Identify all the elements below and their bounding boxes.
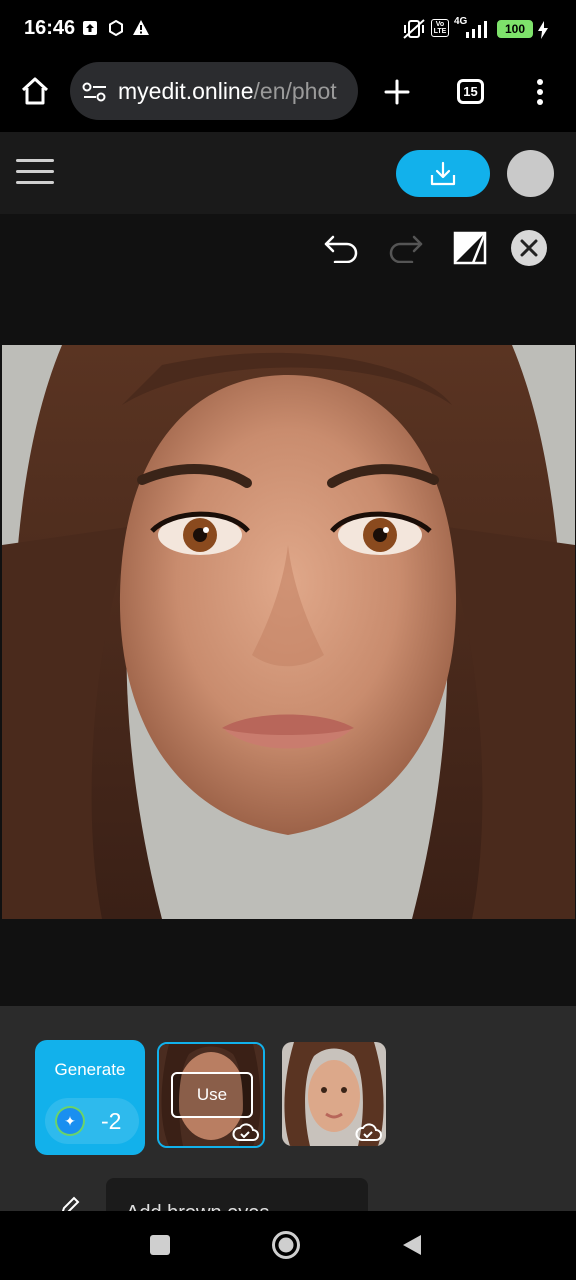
tab-switcher-button[interactable]: 15 — [457, 79, 484, 104]
use-button[interactable]: Use — [171, 1072, 253, 1118]
compare-button[interactable] — [450, 228, 490, 268]
download-icon — [430, 161, 456, 185]
download-button[interactable] — [396, 150, 490, 197]
portrait-photo[interactable] — [2, 345, 575, 919]
url-text[interactable]: myedit.online/en/phot — [118, 78, 337, 105]
portrait-image — [2, 345, 575, 919]
generate-panel: Generate ✦ -2 Use — [0, 1006, 576, 1211]
prompt-text: Add brown eyes — [126, 1202, 269, 1211]
back-icon[interactable] — [401, 1233, 423, 1257]
url-path: /en/phot — [253, 78, 337, 104]
new-tab-icon[interactable] — [384, 79, 410, 105]
edit-prompt-icon[interactable] — [58, 1196, 80, 1211]
browser-toolbar: myedit.online/en/phot 15 — [0, 60, 576, 132]
recent-apps-icon[interactable] — [149, 1234, 171, 1256]
result-thumbnail-1[interactable]: Use — [157, 1042, 265, 1148]
menu-icon[interactable] — [16, 159, 56, 187]
avatar[interactable] — [507, 150, 554, 197]
address-bar[interactable]: myedit.online/en/phot — [70, 62, 358, 120]
status-bar: 16:46 Vo LTE 4G 100 — [0, 0, 576, 60]
battery-indicator: 100 — [497, 20, 533, 38]
compare-icon — [453, 231, 487, 265]
generate-button[interactable]: Generate ✦ -2 — [35, 1040, 145, 1155]
hexagon-app-icon — [109, 20, 123, 36]
redo-button[interactable] — [386, 228, 426, 268]
volte-badge: Vo LTE — [431, 19, 449, 37]
result-thumbnail-2[interactable] — [282, 1042, 386, 1146]
credit-cost: ✦ -2 — [45, 1098, 139, 1144]
warning-icon — [133, 20, 149, 35]
credit-value: -2 — [101, 1108, 122, 1134]
prompt-input[interactable]: Add brown eyes — [106, 1178, 368, 1211]
editor-canvas — [0, 214, 576, 1006]
home-nav-icon[interactable] — [271, 1230, 301, 1260]
status-time: 16:46 — [24, 17, 76, 39]
undo-button[interactable] — [321, 228, 361, 268]
charging-icon — [538, 21, 548, 39]
redo-icon — [389, 235, 423, 263]
close-icon — [511, 230, 547, 266]
home-icon[interactable] — [20, 76, 50, 106]
app-header — [0, 132, 576, 214]
signal-icon — [466, 21, 487, 38]
url-host: myedit.online — [118, 78, 254, 104]
undo-icon — [324, 235, 358, 263]
credit-icon: ✦ — [57, 1108, 83, 1134]
close-button[interactable] — [509, 228, 549, 268]
cloud-saved-icon — [355, 1123, 382, 1141]
system-nav-bar — [0, 1211, 576, 1280]
vibrate-off-icon — [403, 19, 425, 39]
more-options-icon[interactable] — [536, 78, 544, 106]
generate-label: Generate — [54, 1060, 126, 1079]
site-settings-icon[interactable] — [82, 81, 108, 103]
cloud-saved-icon — [232, 1123, 259, 1141]
upload-icon — [83, 21, 97, 35]
